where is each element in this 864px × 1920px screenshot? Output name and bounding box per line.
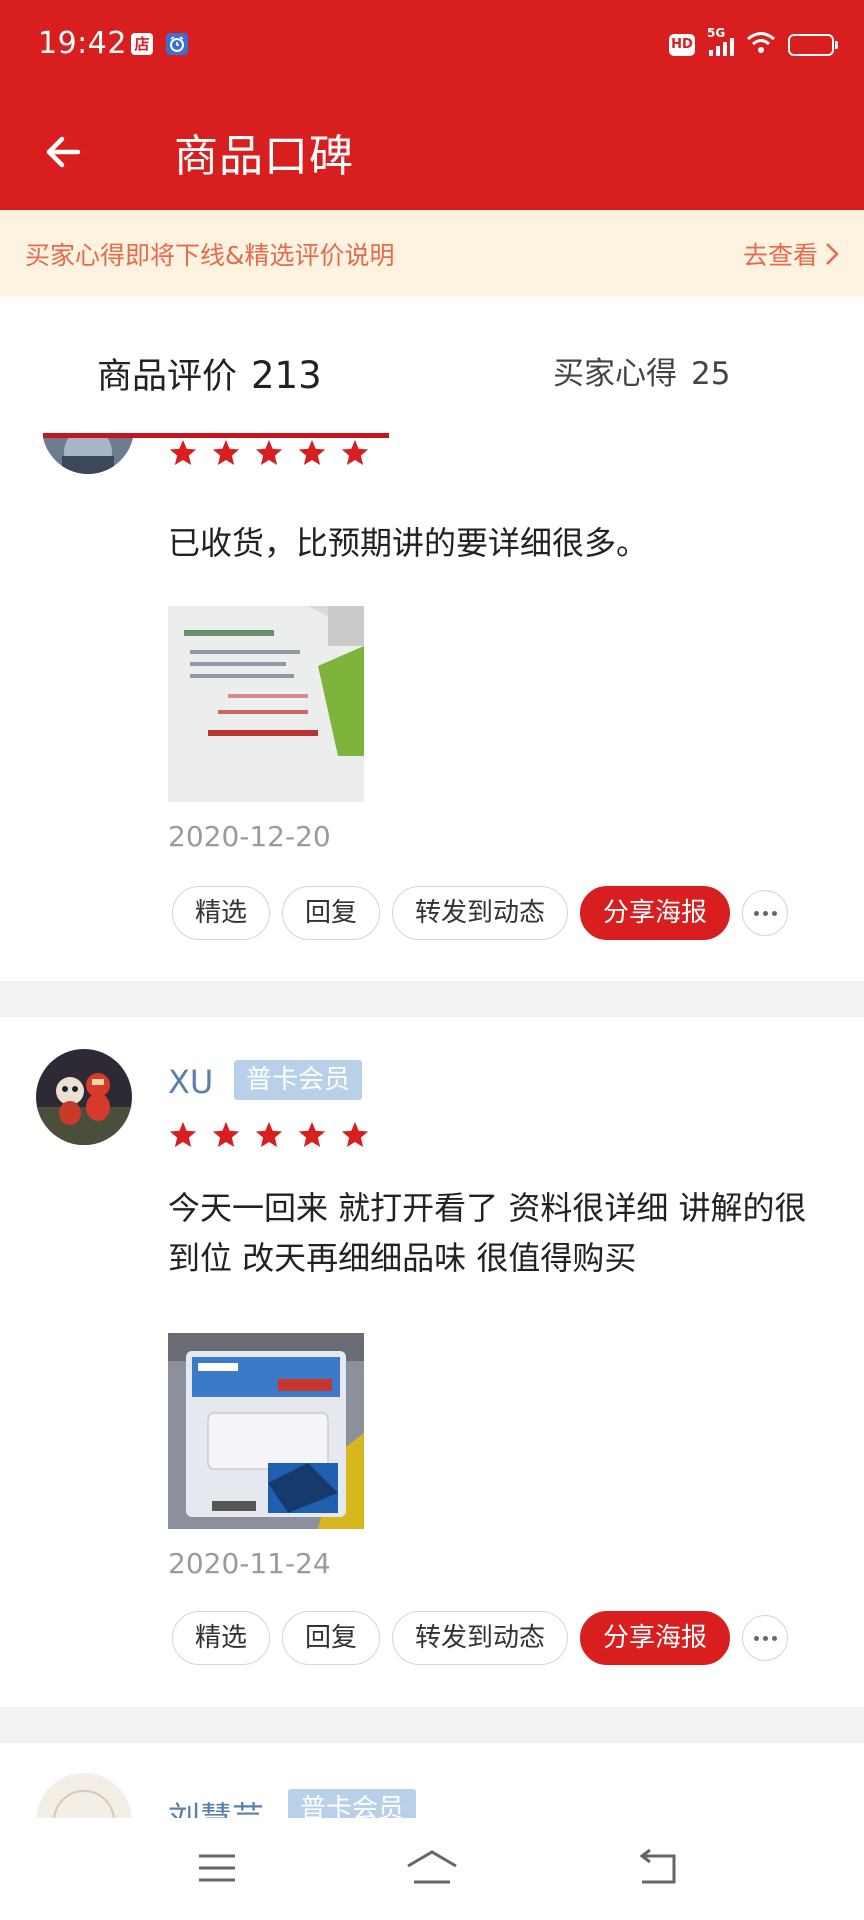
back-icon[interactable] [634, 1846, 682, 1890]
app-header: 商品口碑 [0, 94, 864, 210]
star-icon [255, 439, 283, 465]
hd-icon: HD [669, 34, 695, 56]
notice-banner[interactable]: 买家心得即将下线&精选评价说明 去查看 [0, 210, 864, 296]
review-actions: 精选 回复 转发到动态 分享海报 [172, 886, 789, 940]
star-icon [169, 1121, 197, 1147]
star-icon [169, 439, 197, 465]
network-type-label: 5G [707, 26, 726, 40]
chevron-right-icon [826, 243, 839, 265]
share-poster-button[interactable]: 分享海报 [580, 1611, 731, 1665]
review-card: 已收货，比预期讲的要详细很多。 2020-12-20 精选 回复 转发到动态 分… [0, 438, 864, 981]
forward-button[interactable]: 转发到动态 [392, 1611, 569, 1665]
signal-icon: 5G [707, 26, 734, 56]
username[interactable]: 刘慧芸 [168, 1793, 264, 1818]
star-icon [341, 1121, 369, 1147]
review-actions: 精选 回复 转发到动态 分享海报 [172, 1611, 789, 1665]
tab-product-reviews[interactable]: 商品评价 213 [97, 348, 322, 399]
system-nav-bar [0, 1818, 864, 1920]
review-photo[interactable] [168, 1333, 364, 1529]
review-list[interactable]: 已收货，比预期讲的要详细很多。 2020-12-20 精选 回复 转发到动态 分… [0, 438, 864, 1818]
notice-link-label: 去查看 [742, 241, 818, 270]
review-date: 2020-11-24 [168, 1547, 331, 1580]
select-button[interactable]: 精选 [172, 886, 271, 940]
page-title: 商品口碑 [174, 131, 354, 182]
status-indicators: HD 5G [669, 26, 838, 60]
tab-label: 商品评价 [97, 357, 238, 397]
tab-buyer-experience[interactable]: 买家心得 25 [553, 348, 730, 393]
review-date: 2020-12-20 [168, 820, 331, 853]
review-card: 刘慧芸 普卡会员 [0, 1743, 864, 1818]
avatar[interactable] [42, 438, 134, 474]
rating-stars [168, 1120, 370, 1150]
notice-view-link[interactable]: 去查看 [743, 236, 840, 272]
active-tab-indicator [43, 433, 389, 438]
divider [0, 981, 864, 1017]
rating-stars [168, 438, 370, 468]
username[interactable]: XU [168, 1063, 213, 1101]
tab-label: 买家心得 [553, 356, 677, 392]
star-icon [341, 439, 369, 465]
more-icon[interactable] [742, 1615, 789, 1661]
star-icon [212, 439, 240, 465]
avatar[interactable] [36, 1773, 132, 1818]
star-icon [212, 1121, 240, 1147]
avatar[interactable] [36, 1049, 132, 1145]
menu-icon[interactable] [193, 1846, 241, 1890]
star-icon [255, 1121, 283, 1147]
status-bar: 19:42 店 HD 5G [0, 0, 864, 94]
star-icon [298, 439, 326, 465]
member-badge: 普卡会员 [234, 1060, 363, 1100]
back-button[interactable] [40, 124, 96, 180]
tab-count: 25 [691, 356, 731, 392]
more-icon[interactable] [742, 890, 789, 936]
select-button[interactable]: 精选 [172, 1611, 271, 1665]
home-icon[interactable] [404, 1846, 460, 1890]
reply-button[interactable]: 回复 [282, 886, 381, 940]
review-text: 今天一回来 就打开看了 资料很详细 讲解的很到位 改天再细细品味 很值得购买 [168, 1189, 807, 1277]
shop-notification-icon: 店 [131, 33, 153, 55]
member-badge: 普卡会员 [288, 1789, 417, 1818]
review-text: 已收货，比预期讲的要详细很多。 [168, 524, 649, 562]
wifi-icon [746, 31, 776, 59]
star-icon [298, 1121, 326, 1147]
forward-button[interactable]: 转发到动态 [392, 886, 569, 940]
reply-button[interactable]: 回复 [282, 1611, 381, 1665]
status-time: 19:42 [38, 26, 127, 61]
arrow-left-icon [46, 136, 81, 168]
alarm-icon [166, 33, 188, 55]
battery-icon [788, 34, 838, 56]
review-photo[interactable] [168, 606, 364, 802]
notice-text: 买家心得即将下线&精选评价说明 [25, 241, 395, 270]
tab-count: 213 [251, 354, 322, 397]
divider [0, 1707, 864, 1743]
share-poster-button[interactable]: 分享海报 [580, 886, 731, 940]
review-card: XU 普卡会员 今天一回来 就打开看了 资料很详细 讲解的很到位 改天再细细品味… [0, 1017, 864, 1707]
review-tabs: 商品评价 213 买家心得 25 [0, 296, 864, 438]
